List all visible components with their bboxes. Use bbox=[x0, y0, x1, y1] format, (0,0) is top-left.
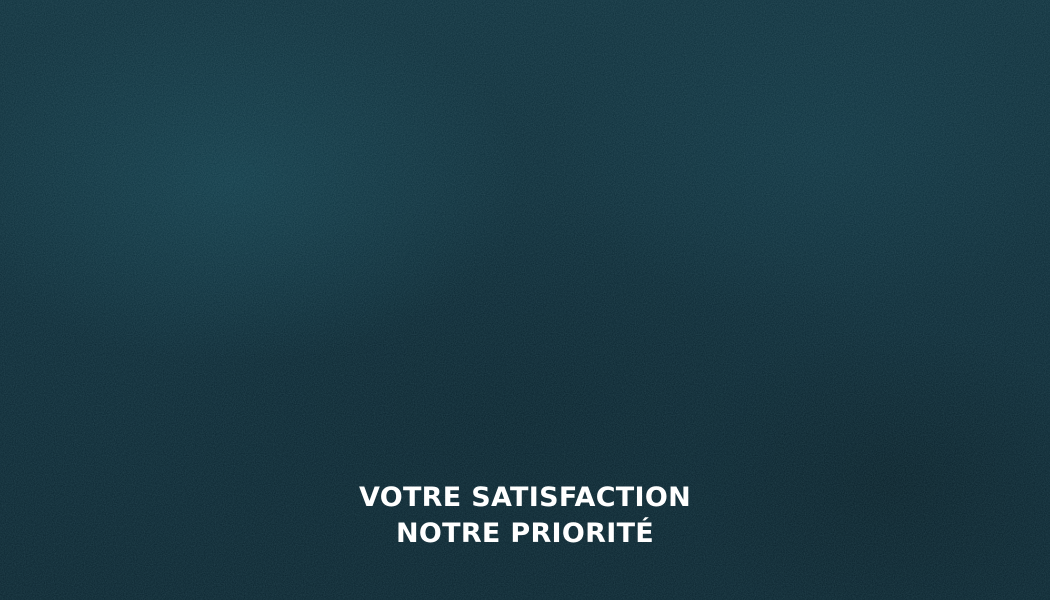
banner-background: VOTRE SATISFACTION NOTRE PRIORITÉ bbox=[0, 0, 1050, 600]
tagline-line-1: VOTRE SATISFACTION bbox=[358, 482, 692, 513]
tagline-line-2: NOTRE PRIORITÉ bbox=[395, 518, 655, 549]
tagline-text: VOTRE SATISFACTION NOTRE PRIORITÉ bbox=[0, 480, 1050, 552]
